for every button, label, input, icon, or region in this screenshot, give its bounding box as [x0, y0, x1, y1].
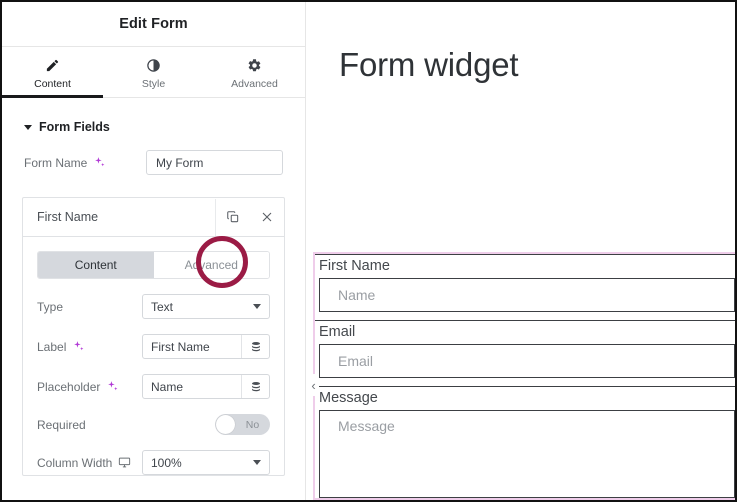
preview-input-email[interactable]: Email: [319, 344, 735, 378]
form-name-label: Form Name: [24, 155, 88, 170]
desktop-icon[interactable]: [118, 456, 131, 469]
column-width-select[interactable]: 100%: [142, 450, 270, 475]
tab-advanced-label: Advanced: [231, 78, 278, 90]
layers-icon[interactable]: [241, 375, 269, 398]
preview-field-email: Email Email: [315, 320, 735, 378]
copy-icon[interactable]: [215, 198, 250, 236]
field-card-header: First Name: [23, 198, 284, 237]
editor-window: Edit Form Content Style Advanced Form Fi…: [0, 0, 737, 502]
form-name-row: Form Name My Form: [2, 150, 305, 175]
label-label: Label: [37, 339, 67, 354]
row-placeholder: Placeholder Name: [23, 374, 284, 399]
segment-advanced-label: Advanced: [184, 258, 238, 272]
section-form-fields-label: Form Fields: [39, 120, 110, 134]
chevron-left-icon[interactable]: ‹: [308, 374, 319, 396]
row-label: Label First Name: [23, 334, 284, 359]
column-width-label-wrap: Column Width: [37, 456, 142, 470]
form-name-input[interactable]: My Form: [146, 150, 283, 175]
close-icon[interactable]: [250, 199, 284, 236]
preview-label-message: Message: [315, 386, 735, 410]
label-input-group: First Name: [142, 334, 270, 359]
label-label-wrap: Label: [37, 340, 142, 354]
preview-heading: Form widget: [339, 46, 519, 83]
preview-label-email: Email: [315, 320, 735, 344]
tab-content[interactable]: Content: [2, 47, 103, 98]
panel-header: Edit Form: [2, 2, 305, 47]
sparkle-icon[interactable]: [106, 380, 119, 393]
form-name-value: My Form: [156, 155, 204, 170]
page-title: Edit Form: [119, 16, 188, 32]
row-type: Type Text: [23, 294, 284, 319]
required-toggle[interactable]: No: [215, 414, 270, 435]
form-widget-selection[interactable]: First Name Name Email Email Message Mess…: [313, 252, 735, 500]
sparkle-icon[interactable]: [93, 156, 106, 169]
pencil-icon: [45, 58, 60, 73]
contrast-icon: [146, 58, 161, 73]
required-label: Required: [37, 417, 86, 432]
sparkle-icon[interactable]: [72, 340, 85, 353]
field-card-segments: Content Advanced: [37, 251, 270, 279]
label-input[interactable]: First Name: [143, 335, 241, 358]
form-preview-canvas: Form widget ‹ First Name Name Email Emai…: [306, 2, 735, 500]
preview-label-first-name: First Name: [315, 254, 735, 278]
gear-icon: [247, 58, 262, 73]
type-select[interactable]: Text: [142, 294, 270, 319]
row-column-width: Column Width 100%: [23, 450, 284, 475]
row-required: Required No: [23, 414, 284, 435]
segment-content-label: Content: [74, 258, 117, 272]
required-toggle-label: No: [245, 418, 260, 431]
column-width-label: Column Width: [37, 455, 113, 470]
panel-tabs: Content Style Advanced: [2, 47, 305, 98]
field-card-first-name: First Name Content Advanced Type Text La…: [22, 197, 285, 476]
preview-textarea-message[interactable]: Message: [319, 410, 735, 498]
chevron-down-icon: [253, 304, 261, 309]
placeholder-label-wrap: Placeholder: [37, 380, 142, 394]
tab-style-label: Style: [141, 78, 166, 90]
section-form-fields[interactable]: Form Fields: [2, 98, 305, 134]
form-name-label-wrap: Form Name: [24, 156, 146, 170]
placeholder-input-group: Name: [142, 374, 270, 399]
caret-down-icon: [24, 124, 32, 130]
column-width-value: 100%: [151, 455, 182, 470]
type-label: Type: [37, 299, 64, 314]
tab-style[interactable]: Style: [103, 47, 204, 97]
preview-input-first-name[interactable]: Name: [319, 278, 735, 312]
segment-advanced[interactable]: Advanced: [153, 252, 269, 278]
tab-advanced[interactable]: Advanced: [204, 47, 305, 97]
segment-content[interactable]: Content: [38, 252, 154, 278]
field-card-title: First Name: [37, 210, 99, 224]
type-value: Text: [151, 299, 174, 314]
chevron-down-icon: [253, 460, 261, 465]
preview-field-message: Message Message: [315, 386, 735, 498]
layers-icon[interactable]: [241, 335, 269, 358]
placeholder-input[interactable]: Name: [143, 375, 241, 398]
placeholder-label: Placeholder: [37, 379, 101, 394]
preview-field-first-name: First Name Name: [315, 254, 735, 312]
edit-form-panel: Edit Form Content Style Advanced Form Fi…: [2, 2, 306, 500]
tab-content-label: Content: [34, 78, 71, 90]
toggle-knob: [216, 415, 235, 434]
